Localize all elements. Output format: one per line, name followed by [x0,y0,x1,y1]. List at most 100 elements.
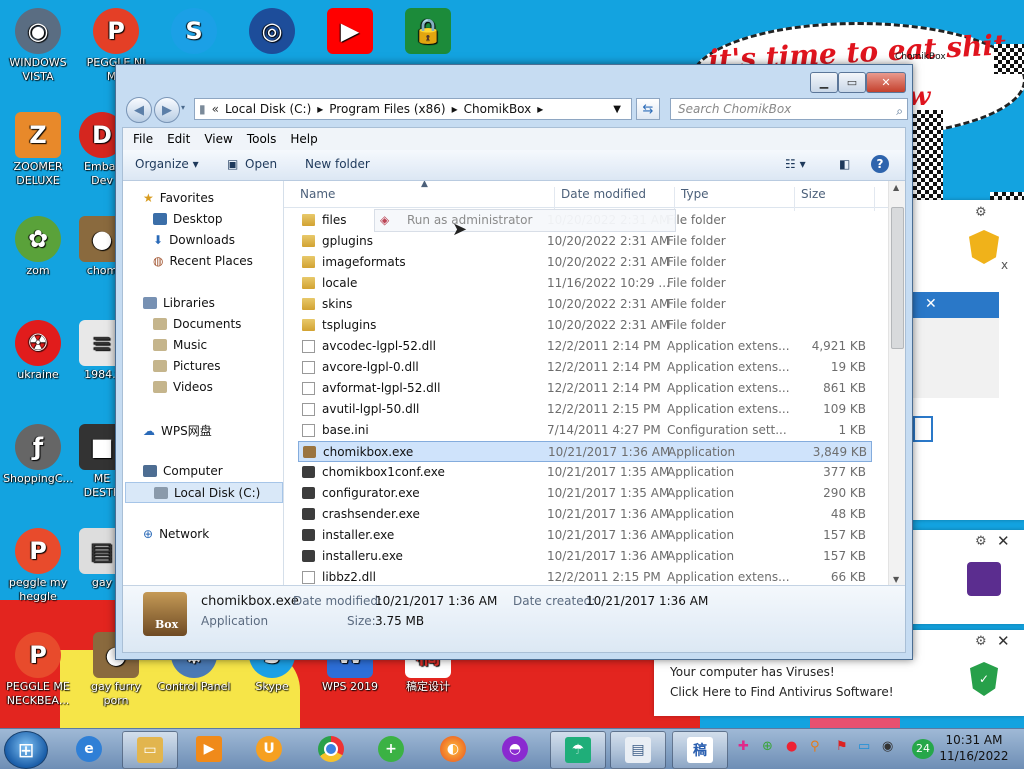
desktop-icon-security[interactable]: 🔒 [390,8,466,56]
desktop-icon-peggle-neckbeard[interactable]: P PEGGLE ME NECKBEA... [0,632,76,708]
file-row[interactable]: gplugins 10/20/2022 2:31 AM File folder [298,231,872,252]
breadcrumb-program-files[interactable]: Program Files (x86) [329,102,445,116]
new-folder-button[interactable]: New folder [305,157,370,171]
search-input[interactable]: Search ChomikBox ⌕ [670,98,908,120]
popup-security-panel[interactable]: ⚙ x ✕ [913,200,1024,520]
close-icon[interactable]: ✕ [997,532,1010,550]
taskbar-vpn[interactable]: ◓ [488,731,542,767]
file-row[interactable]: avcore-lgpl-0.dll 12/2/2011 2:14 PM Applic… [298,357,872,378]
view-options-icon[interactable]: ☷ ▾ [785,157,806,171]
column-divider[interactable] [554,187,555,211]
taskbar-app-plus[interactable]: + [364,731,418,767]
tray-flag-icon[interactable]: ⚑ [836,739,848,754]
breadcrumb-chomikbox[interactable]: ChomikBox [464,102,532,116]
nav-local-disk[interactable]: Local Disk (C:) [125,482,283,503]
tray-plus-icon[interactable]: ⊕ [762,739,773,754]
file-row[interactable]: configurator.exe 10/21/2017 1:35 AM Applic… [298,483,872,504]
search-icon[interactable]: ⌕ [896,101,903,121]
desktop-icon-globe[interactable]: ◎ [234,8,310,56]
nav-recent-places[interactable]: ◍ Recent Places [153,254,253,268]
refresh-button[interactable]: ⇆ [636,98,660,120]
column-divider[interactable] [674,187,675,211]
explorer-window[interactable]: ▁ ▭ ✕ ◀ ▶ ▾ ▮ « Local Disk (C:) ▸ Progra… [115,64,913,660]
help-icon[interactable]: ? [871,155,889,173]
column-divider[interactable] [794,187,795,211]
close-icon[interactable]: ✕ [925,296,937,312]
file-row[interactable]: imageformats 10/20/2022 2:31 AM File folde… [298,252,872,273]
file-row[interactable]: avutil-lgpl-50.dll 12/2/2011 2:15 PM Appli… [298,399,872,420]
scrollbar-thumb[interactable] [891,207,904,349]
file-row[interactable]: skins 10/20/2022 2:31 AM File folder [298,294,872,315]
taskbar-firefox[interactable]: ◐ [426,731,480,767]
scroll-up-icon[interactable]: ▲ [893,183,899,192]
start-button[interactable]: ⊞ [4,731,48,769]
gear-icon[interactable]: ⚙ [975,534,987,549]
file-row[interactable]: libbz2.dll 12/2/2011 2:15 PM Application e… [298,567,872,586]
file-row[interactable]: installer.exe 10/21/2017 1:36 AM Applicati… [298,525,872,546]
context-menu-item-run-as-admin[interactable]: ◈ Run as administrator [374,209,676,232]
gear-icon[interactable]: ⚙ [975,634,987,649]
taskbar-uc-browser[interactable]: U [242,731,296,767]
tray-badge[interactable]: 24 [912,739,934,759]
file-row[interactable]: locale 11/16/2022 10:29 ... File folder [298,273,872,294]
popup-ad-small[interactable]: ⚙ ✕ [913,530,1024,624]
taskbar-chrome[interactable] [304,731,358,767]
forward-button[interactable]: ▶ [154,97,180,123]
virus-warning-line2[interactable]: Click Here to Find Antivirus Software! [670,685,894,699]
nav-wps-cloud[interactable]: ☁ WPS网盘 [143,422,212,439]
address-dropdown-icon[interactable]: ▼ [613,104,621,115]
nav-downloads[interactable]: ⬇ Downloads [153,233,235,247]
back-button[interactable]: ◀ [126,97,152,123]
breadcrumb-chevron-icon[interactable]: ▸ [537,102,543,116]
tray-camera-icon[interactable]: ◉ [882,739,893,754]
nav-videos[interactable]: Videos [153,380,213,394]
desktop-icon-windows-vista[interactable]: ◉ WINDOWS VISTA [0,8,76,84]
column-type[interactable]: Type [681,187,709,201]
menu-tools[interactable]: Tools [247,132,285,146]
column-divider[interactable] [874,187,875,211]
preview-pane-icon[interactable]: ◧ [839,157,850,171]
close-button[interactable]: ✕ [866,72,906,93]
nav-network[interactable]: ⊕ Network [143,527,209,541]
taskbar-app-green[interactable]: ☂ [550,731,606,769]
vertical-scrollbar[interactable]: ▲ ▼ [888,181,905,586]
open-button[interactable]: Open [245,157,277,171]
column-date-modified[interactable]: Date modified [561,187,646,201]
file-row[interactable]: crashsender.exe 10/21/2017 1:36 AM Applica… [298,504,872,525]
breadcrumb-chevron-icon[interactable]: ▸ [452,102,458,116]
file-row[interactable]: installeru.exe 10/21/2017 1:36 AM Applicat… [298,546,872,567]
maximize-button[interactable]: ▭ [838,72,866,93]
menu-file[interactable]: File [133,132,161,146]
organize-button[interactable]: Organize ▾ [135,157,199,171]
menu-help[interactable]: Help [290,132,325,146]
file-list[interactable]: Name ▲ Date modified Type Size files 10/2… [284,181,889,586]
recent-pages-chevron-icon[interactable]: ▾ [181,103,185,112]
taskbar-ie[interactable]: e [62,731,116,767]
file-row[interactable]: chomikbox.exe 10/21/2017 1:36 AM Applicati… [298,441,872,462]
clock[interactable]: 10:31 AM 11/16/2022 [938,732,1010,764]
breadcrumb-local-disk[interactable]: Local Disk (C:) [225,102,311,116]
popup-button[interactable] [913,416,933,442]
file-row[interactable]: chomikbox1conf.exe 10/21/2017 1:35 AM Appl… [298,462,872,483]
tray-app-icon[interactable]: ✚ [738,739,749,754]
nav-libraries[interactable]: Libraries [143,296,215,310]
file-row[interactable]: avformat-lgpl-52.dll 12/2/2011 2:14 PM App… [298,378,872,399]
breadcrumb-chevron-icon[interactable]: ▸ [317,102,323,116]
nav-music[interactable]: Music [153,338,207,352]
taskbar-explorer[interactable]: ▭ [122,731,178,769]
nav-favorites[interactable]: ★ Favorites [143,191,214,205]
column-name[interactable]: Name [300,187,335,201]
column-size[interactable]: Size [801,187,826,201]
tray-search-icon[interactable]: ⚲ [810,739,820,754]
file-row[interactable]: avcodec-lgpl-52.dll 12/2/2011 2:14 PM Appl… [298,336,872,357]
tray-red-icon[interactable]: ● [786,739,797,754]
window-titlebar[interactable]: ▁ ▭ ✕ [116,65,912,95]
taskbar-media-player[interactable]: ▶ [182,731,236,767]
file-row[interactable]: tsplugins 10/20/2022 2:31 AM File folder [298,315,872,336]
menu-edit[interactable]: Edit [167,132,198,146]
nav-desktop[interactable]: Desktop [153,212,223,226]
taskbar-window-app[interactable]: ▤ [610,731,666,769]
desktop-icon-skype-top[interactable]: S [156,8,232,56]
menu-view[interactable]: View [204,132,240,146]
nav-computer[interactable]: Computer [143,464,223,478]
